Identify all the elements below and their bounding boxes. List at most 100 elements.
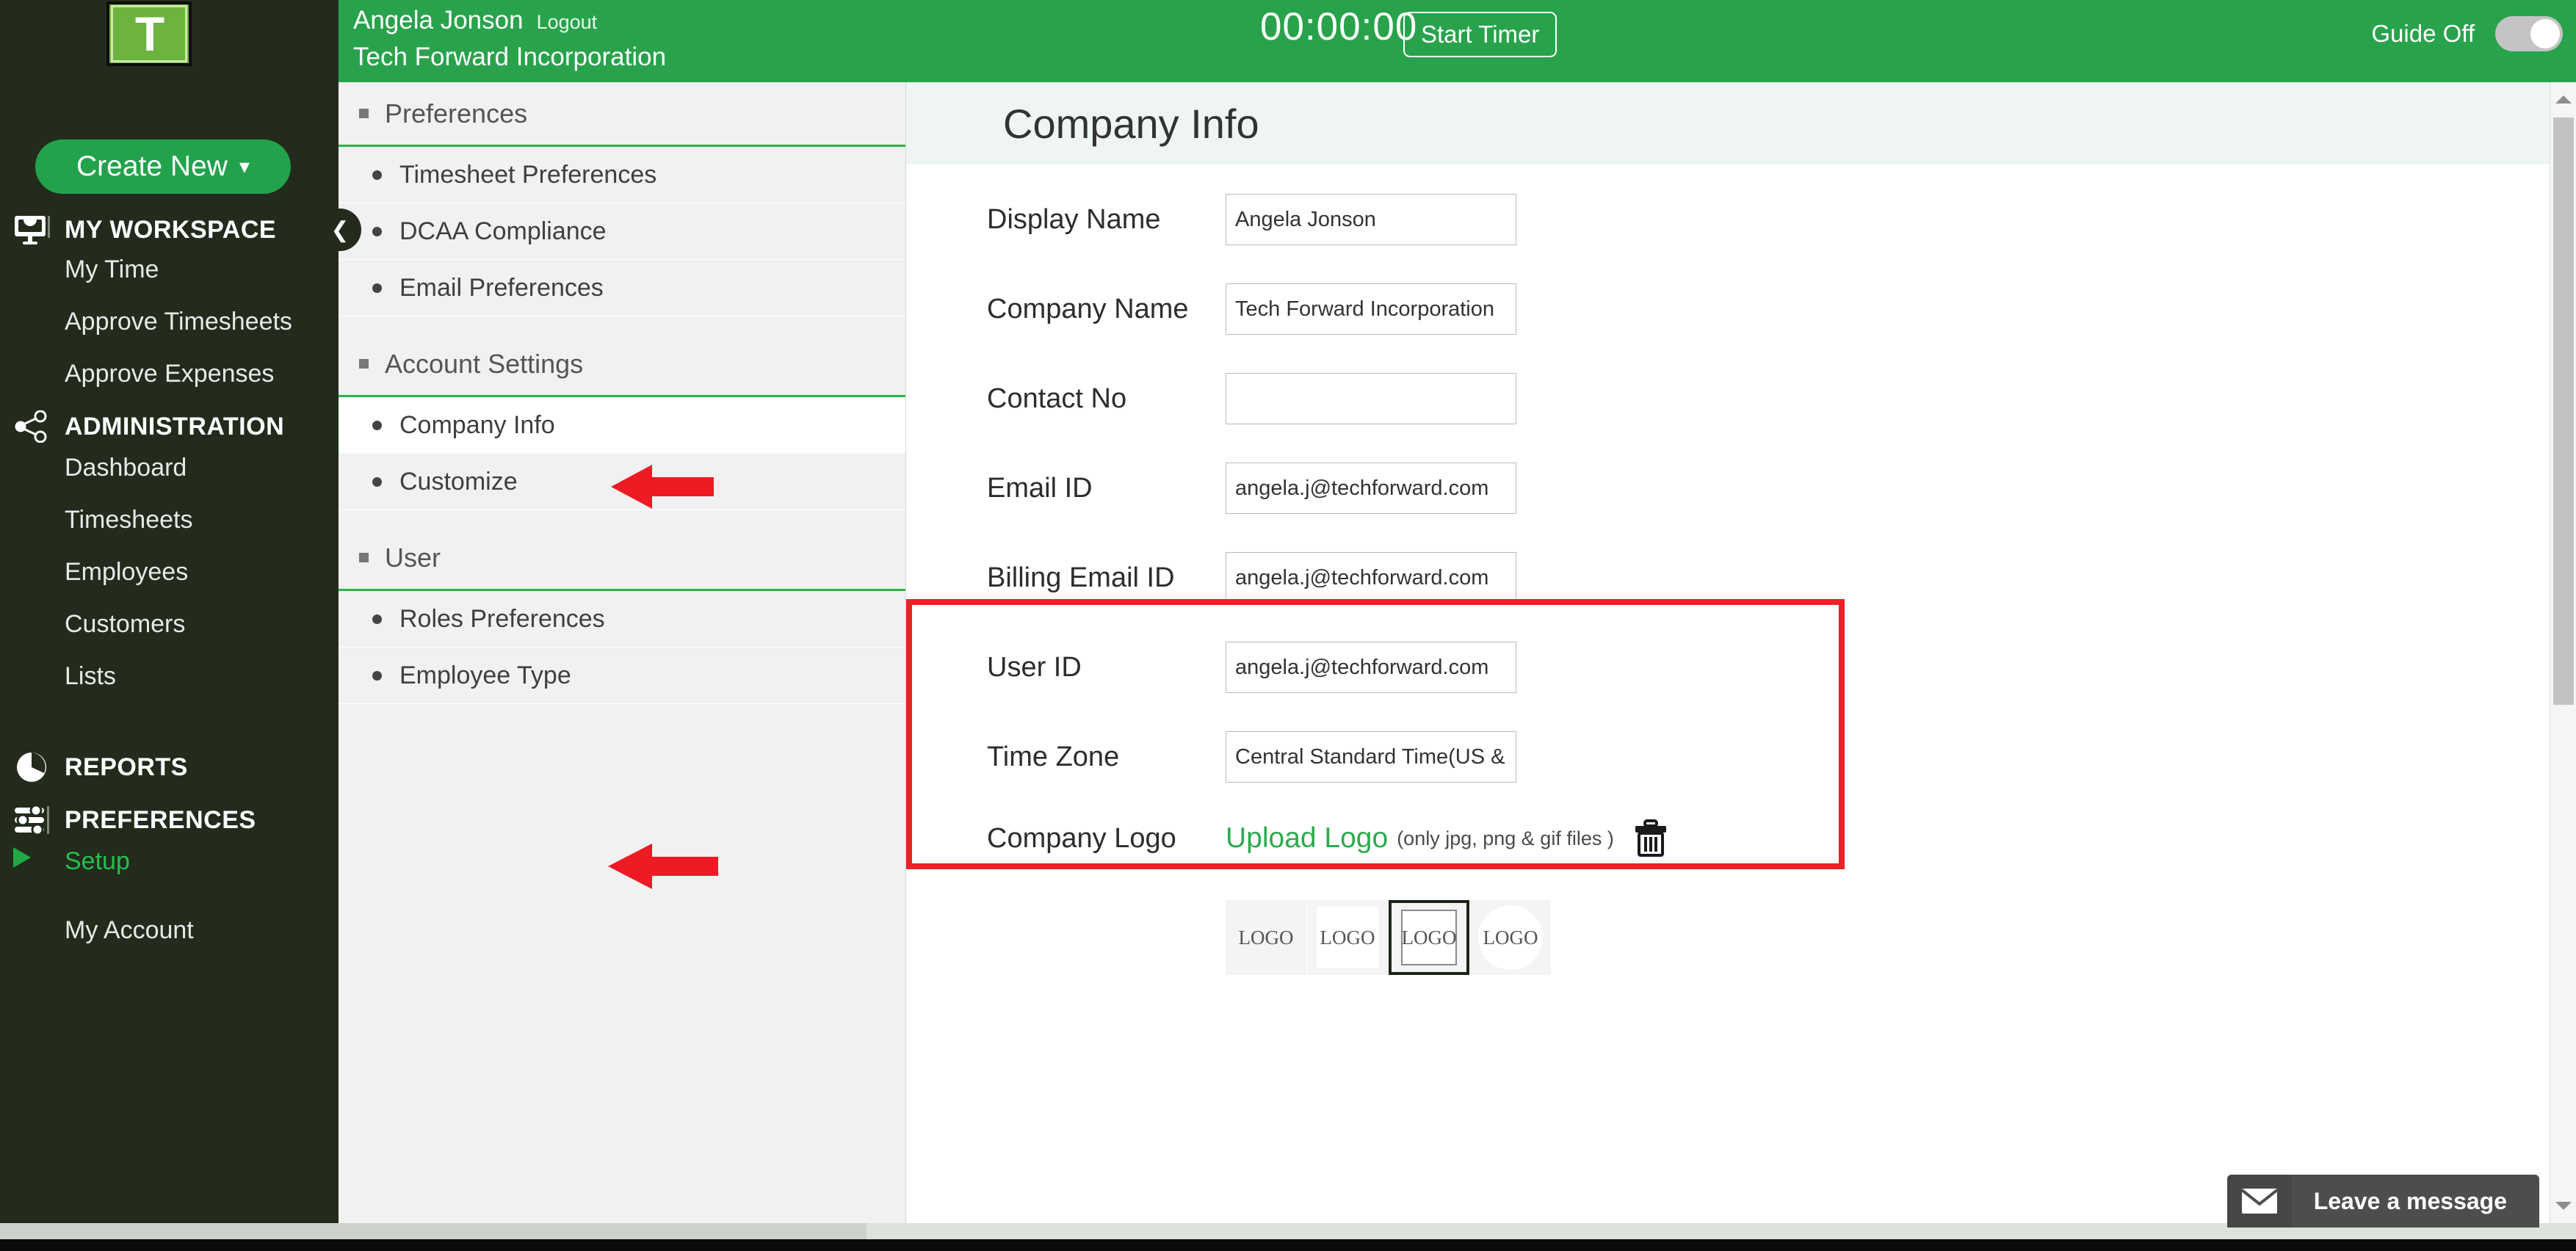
trash-icon[interactable] bbox=[1633, 819, 1668, 857]
scroll-up-arrow-icon[interactable] bbox=[2555, 95, 2572, 104]
dot-bullet-icon bbox=[372, 227, 382, 236]
header-company-name: Tech Forward Incorporation bbox=[353, 43, 666, 72]
subnav-item-company-info[interactable]: Company Info bbox=[339, 397, 905, 454]
app-logo-letter: T bbox=[135, 10, 163, 58]
os-taskbar bbox=[0, 1239, 2576, 1251]
annotation-arrow-company-info bbox=[611, 463, 714, 511]
field-label: Company Name bbox=[987, 294, 1226, 325]
logo-thumb-label: LOGO bbox=[1320, 927, 1375, 949]
email-id-input[interactable] bbox=[1226, 463, 1516, 514]
billing-email-id-input[interactable] bbox=[1226, 552, 1516, 603]
create-new-button[interactable]: Create New ▾ bbox=[35, 139, 291, 194]
logo-thumb-label: LOGO bbox=[1483, 927, 1538, 949]
sidebar-item-label: Timesheets bbox=[65, 506, 192, 534]
sidebar-item-my-time[interactable]: My Time bbox=[0, 255, 339, 284]
nav-group-preferences[interactable]: PREFERENCES bbox=[0, 803, 339, 837]
dot-bullet-icon bbox=[372, 170, 382, 180]
share-nodes-icon bbox=[12, 410, 51, 443]
subnav-item-label: DCAA Compliance bbox=[399, 217, 607, 246]
logo-thumbnail-list: LOGO LOGO LOGO LOGO bbox=[906, 900, 2550, 975]
horizontal-scrollbar[interactable] bbox=[0, 1223, 2576, 1239]
vertical-scrollbar-thumb[interactable] bbox=[2553, 117, 2574, 705]
subnav-item-timesheet-preferences[interactable]: Timesheet Preferences bbox=[339, 147, 905, 203]
sidebar-item-label: My Time bbox=[65, 255, 159, 283]
guide-toggle-switch[interactable] bbox=[2495, 16, 2563, 51]
scroll-down-arrow-icon[interactable] bbox=[2555, 1202, 2572, 1210]
nav-group-reports[interactable]: REPORTS bbox=[0, 750, 339, 784]
settings-subnav-panel: ❮ Preferences Timesheet Preferences DCAA… bbox=[339, 82, 906, 1223]
subnav-section-title: Account Settings bbox=[385, 349, 583, 380]
collapse-panel-button[interactable]: ❮ bbox=[319, 208, 361, 251]
sidebar-item-dashboard[interactable]: Dashboard bbox=[0, 454, 339, 482]
sidebar-item-setup[interactable]: Setup bbox=[0, 847, 339, 876]
nav-group-label: PREFERENCES bbox=[65, 806, 256, 835]
main-content: Company Info Display Name Company Name C… bbox=[906, 82, 2550, 1223]
company-name-input[interactable] bbox=[1226, 283, 1516, 335]
contact-no-input[interactable] bbox=[1226, 373, 1516, 424]
app-logo: T bbox=[106, 1, 192, 66]
page-title: Company Info bbox=[1003, 100, 1259, 148]
subnav-item-employee-type[interactable]: Employee Type bbox=[339, 648, 905, 704]
sidebar-item-my-account[interactable]: My Account bbox=[0, 916, 339, 945]
upload-logo-link[interactable]: Upload Logo bbox=[1226, 822, 1388, 855]
field-label: Display Name bbox=[987, 204, 1226, 236]
display-name-input[interactable] bbox=[1226, 194, 1516, 245]
form-row-time-zone: Time Zone bbox=[906, 712, 2550, 802]
logo-thumb-bordered-selected[interactable]: LOGO bbox=[1389, 900, 1469, 975]
subnav-item-label: Employee Type bbox=[399, 661, 571, 690]
dot-bullet-icon bbox=[372, 614, 382, 624]
nav-group-administration[interactable]: ADMINISTRATION bbox=[0, 410, 339, 443]
start-timer-button[interactable]: Start Timer bbox=[1403, 12, 1557, 57]
user-id-input[interactable] bbox=[1226, 642, 1516, 693]
subnav-section-header-preferences: Preferences bbox=[339, 82, 905, 147]
left-sidebar: T Create New ▾ MY WORKSPACE My Time Appr… bbox=[0, 0, 339, 1223]
subnav-item-dcaa-compliance[interactable]: DCAA Compliance bbox=[339, 203, 905, 260]
sidebar-item-label: Setup bbox=[65, 847, 130, 875]
subnav-item-email-preferences[interactable]: Email Preferences bbox=[339, 260, 905, 316]
form-row-company-logo: Company Logo Upload Logo (only jpg, png … bbox=[906, 802, 2550, 875]
sidebar-item-label: Approve Expenses bbox=[65, 360, 274, 388]
subnav-item-label: Company Info bbox=[399, 411, 555, 440]
square-bullet-icon bbox=[359, 359, 369, 369]
dot-bullet-icon bbox=[372, 477, 382, 487]
field-label: Company Logo bbox=[987, 823, 1226, 855]
square-bullet-icon bbox=[359, 109, 369, 118]
nav-group-my-workspace[interactable]: MY WORKSPACE bbox=[0, 213, 339, 247]
logout-link[interactable]: Logout bbox=[537, 11, 598, 34]
sidebar-item-label: My Account bbox=[65, 916, 194, 944]
logo-thumb-circle[interactable]: LOGO bbox=[1470, 900, 1551, 975]
field-label: Time Zone bbox=[987, 741, 1226, 773]
form-row-display-name: Display Name bbox=[906, 175, 2550, 264]
app-logo-inner: T bbox=[111, 5, 187, 62]
subnav-item-roles-preferences[interactable]: Roles Preferences bbox=[339, 591, 905, 648]
subnav-item-label: Email Preferences bbox=[399, 274, 604, 302]
page-header: Company Info bbox=[906, 82, 2550, 164]
logo-thumb-plain[interactable]: LOGO bbox=[1226, 900, 1306, 975]
sidebar-item-customers[interactable]: Customers bbox=[0, 610, 339, 639]
sidebar-item-approve-timesheets[interactable]: Approve Timesheets bbox=[0, 308, 339, 336]
form-row-billing-email-id: Billing Email ID bbox=[906, 533, 2550, 623]
time-zone-input[interactable] bbox=[1226, 731, 1516, 783]
sidebar-item-timesheets[interactable]: Timesheets bbox=[0, 506, 339, 534]
subnav-section-title: User bbox=[385, 543, 441, 573]
logo-thumb-square[interactable]: LOGO bbox=[1307, 900, 1388, 975]
subnav-section-title: Preferences bbox=[385, 98, 527, 129]
logo-thumb-inner: LOGO bbox=[1317, 907, 1378, 968]
form-row-contact-no: Contact No bbox=[906, 354, 2550, 443]
nav-group-label: ADMINISTRATION bbox=[65, 413, 284, 441]
sidebar-item-lists[interactable]: Lists bbox=[0, 662, 339, 691]
vertical-scrollbar[interactable] bbox=[2550, 82, 2576, 1223]
leave-a-message-widget[interactable]: Leave a message bbox=[2227, 1175, 2539, 1228]
timer-display: 00:00:00 bbox=[1260, 4, 1417, 49]
guide-toggle-group[interactable]: Guide Off bbox=[2371, 16, 2563, 51]
company-info-form: Display Name Company Name Contact No Ema… bbox=[906, 164, 2550, 975]
leave-a-message-label: Leave a message bbox=[2292, 1188, 2539, 1215]
horizontal-scrollbar-thumb[interactable] bbox=[0, 1223, 866, 1239]
monitor-icon bbox=[12, 213, 51, 247]
form-row-user-id: User ID bbox=[906, 623, 2550, 712]
sidebar-item-employees[interactable]: Employees bbox=[0, 558, 339, 587]
dot-bullet-icon bbox=[372, 283, 382, 293]
sidebar-item-approve-expenses[interactable]: Approve Expenses bbox=[0, 360, 339, 388]
field-label: Billing Email ID bbox=[987, 562, 1226, 594]
field-label: Contact No bbox=[987, 383, 1226, 415]
